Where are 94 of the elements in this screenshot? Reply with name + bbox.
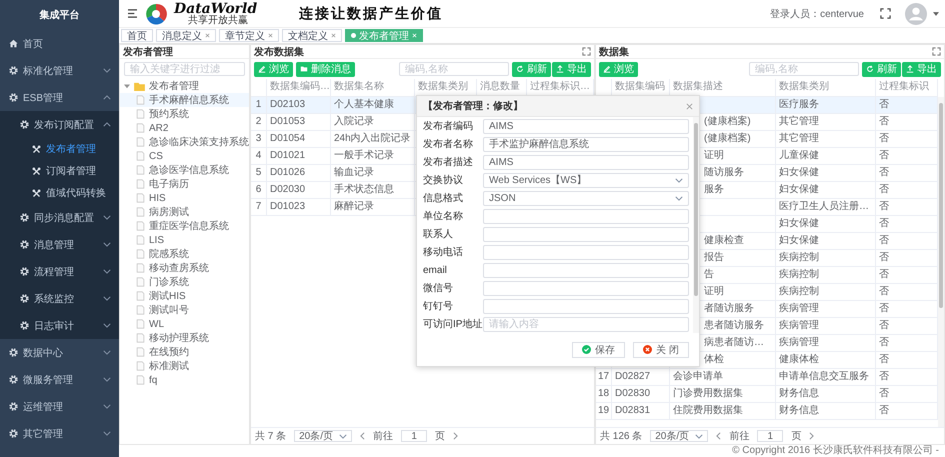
field-label: 移动电话 (423, 246, 464, 259)
table-cell: 疾病控制 (776, 284, 876, 300)
row-number: 3 (251, 131, 267, 147)
table-cell: 妇女保健 (776, 233, 876, 249)
total-count: 共 7 条 (255, 430, 286, 443)
table-cell: 会诊申请单 (673, 371, 723, 382)
field-label: 发布者编码 (423, 120, 474, 133)
table-cell: D01023 (267, 199, 331, 215)
table-cell: 一般手术记录 (331, 148, 415, 164)
table-cell: 手术状态信息 (331, 182, 415, 198)
table-cell: D02103 (267, 97, 331, 113)
table-cell: 医疗服务 (776, 97, 876, 113)
dialog-title: 【发布者管理：修改】 (423, 100, 523, 113)
table-cell: 者随访服务 (704, 303, 754, 314)
table-cell: D01021 (267, 148, 331, 164)
table-cell: 疾病管理 (776, 335, 876, 351)
column-header: 数据集名称 (331, 79, 415, 96)
row-number: 19 (596, 403, 612, 419)
table-cell: 财务信息 (776, 403, 876, 419)
table-cell: D02030 (267, 182, 331, 198)
row-number: 4 (251, 148, 267, 164)
table-cell: D02831 (612, 403, 670, 419)
table-cell: 健康检查 (704, 235, 744, 246)
column-header: 数据集类别 (776, 79, 876, 96)
field-label: 发布者名称 (423, 138, 474, 151)
table-cell: 妇女保健 (776, 216, 876, 232)
goto-label: 前往 (373, 430, 394, 443)
row-number: 17 (596, 369, 612, 385)
table-cell: 24h内入出院记录 (331, 131, 415, 147)
field-label: 联系人 (423, 228, 454, 241)
table-cell: D02830 (612, 386, 670, 402)
sidebar-title: 集成平台 (38, 8, 80, 23)
table-cell: (健康档案) (704, 133, 751, 144)
field-label: email (423, 264, 448, 276)
table-cell: (健康档案) (704, 116, 751, 127)
row-number: 6 (251, 182, 267, 198)
field-label: 钉钉号 (423, 300, 454, 313)
total-count: 共 126 条 (600, 430, 642, 443)
user-label: 登录人员：centervue (770, 8, 864, 20)
goto-label: 前往 (729, 430, 750, 443)
table-cell: 麻醉记录 (331, 199, 415, 215)
table-cell: 住院费用数据集 (673, 405, 743, 416)
field-label: 可访问IP地址 (423, 318, 483, 331)
page-unit: 页 (435, 430, 446, 443)
table-cell: D01026 (267, 165, 331, 181)
row-number: 2 (251, 114, 267, 130)
table-cell: 疾病控制 (776, 267, 876, 283)
panel-title: 发布者管理 (123, 46, 173, 58)
table-cell: 妇女保健 (776, 182, 876, 198)
column-header: 过程集标识 (876, 79, 938, 96)
table-cell: 证明 (704, 150, 724, 161)
table-cell: 财务信息 (776, 386, 876, 402)
table-cell: 其它管理 (776, 114, 876, 130)
row-number: 7 (251, 199, 267, 215)
table-cell: 个人基本健康 (331, 97, 415, 113)
table-cell: 疾病管理 (776, 301, 876, 317)
table-cell: 输血记录 (331, 165, 415, 181)
table-cell: 医疗卫生人员注册… (776, 199, 876, 215)
table-cell: D02827 (612, 369, 670, 385)
table-cell: 证明 (704, 286, 724, 297)
table-cell: 体检 (704, 354, 724, 365)
table-cell: 健康体检 (776, 352, 876, 368)
table-cell: 申请单信息交互服务 (776, 369, 876, 385)
copyright: © Copyright 2016 长沙康氏软件科技有限公司 - (119, 445, 945, 457)
table-cell: 疾病控制 (776, 250, 876, 266)
table-cell: 报告 (704, 252, 724, 263)
panel-title: 发布数据集 (254, 46, 304, 58)
table-cell: 其它管理 (776, 131, 876, 147)
column-header: 数据集编码… (267, 79, 331, 96)
table-cell: 入院记录 (331, 114, 415, 130)
table-cell: 告 (704, 269, 714, 280)
page-unit: 页 (791, 430, 802, 443)
panel-title: 数据集 (599, 46, 629, 58)
table-cell: 服务 (704, 184, 724, 195)
table-cell: D01054 (267, 131, 331, 147)
table-cell: 患者随访服务 (704, 320, 764, 331)
field-label: 单位名称 (423, 210, 464, 223)
table-cell: 门诊费用数据集 (673, 388, 743, 399)
field-label: 微信号 (423, 282, 454, 295)
table-cell: 妇女保健 (776, 165, 876, 181)
table-cell: 随访服务 (704, 167, 744, 178)
table-cell: D01053 (267, 114, 331, 130)
brand-tagline: 共享开放共赢 (188, 16, 248, 26)
row-number: 18 (596, 386, 612, 402)
field-label: 发布者描述 (423, 156, 474, 169)
table-cell: 儿童保健 (776, 148, 876, 164)
row-number: 5 (251, 165, 267, 181)
brand-name: DataWorld (174, 2, 258, 16)
slogan: 连接让数据产生价值 (299, 4, 444, 22)
table-cell: 病患者随访… (704, 337, 764, 348)
row-number: 1 (251, 97, 267, 113)
table-cell: 疾病管理 (776, 318, 876, 334)
field-label: 信息格式 (423, 192, 464, 205)
field-label: 交换协议 (423, 174, 464, 187)
